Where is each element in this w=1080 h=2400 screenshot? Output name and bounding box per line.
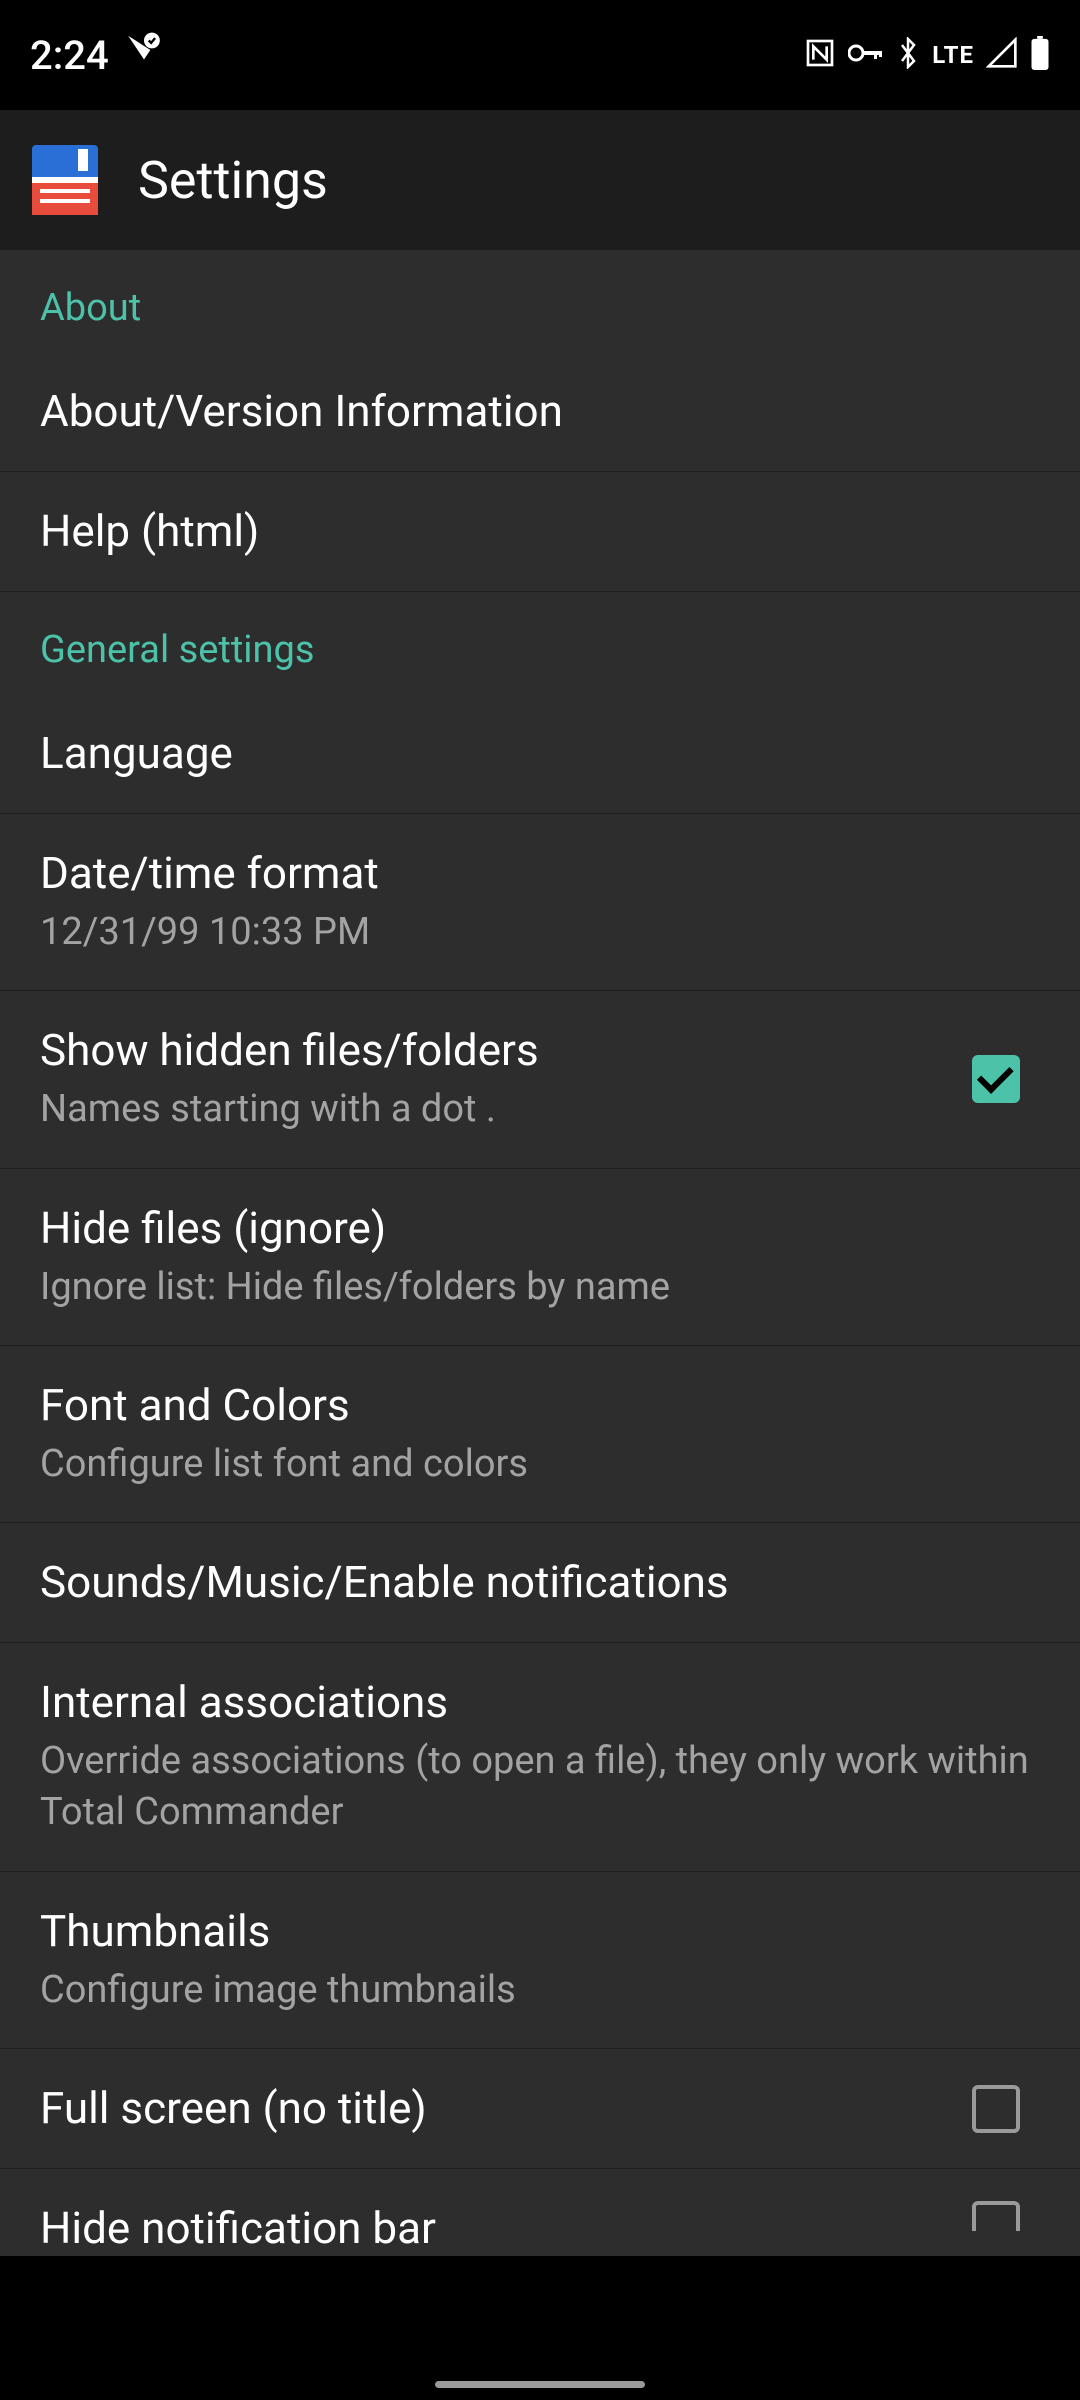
- item-title: Font and Colors: [40, 1378, 1040, 1433]
- item-subtitle: Ignore list: Hide files/folders by name: [40, 1262, 1040, 1313]
- item-title: Thumbnails: [40, 1904, 1040, 1959]
- item-date-time-format[interactable]: Date/time format 12/31/99 10:33 PM: [0, 814, 1080, 991]
- item-title: Help (html): [40, 504, 1040, 559]
- status-bar: 2:24 LTE: [0, 0, 1080, 110]
- item-title: Hide notification bar: [40, 2201, 942, 2256]
- bluetooth-icon: [896, 37, 920, 73]
- network-type: LTE: [932, 41, 974, 69]
- item-thumbnails[interactable]: Thumbnails Configure image thumbnails: [0, 1872, 1080, 2049]
- status-right: LTE: [804, 36, 1050, 74]
- item-about-version[interactable]: About/Version Information: [0, 352, 1080, 472]
- section-header-general: General settings: [0, 592, 1080, 694]
- item-title: Date/time format: [40, 846, 1040, 901]
- key-icon: [848, 41, 884, 69]
- item-subtitle: Names starting with a dot .: [40, 1084, 942, 1135]
- item-subtitle: Configure list font and colors: [40, 1439, 1040, 1490]
- page-title: Settings: [138, 150, 328, 211]
- checkbox-hide-notification-bar[interactable]: [972, 2201, 1020, 2231]
- item-title: Language: [40, 726, 1040, 781]
- item-title: About/Version Information: [40, 384, 1040, 439]
- item-show-hidden[interactable]: Show hidden files/folders Names starting…: [0, 991, 1080, 1168]
- item-font-colors[interactable]: Font and Colors Configure list font and …: [0, 1346, 1080, 1523]
- checkmark-icon: [977, 1058, 1014, 1095]
- item-internal-associations[interactable]: Internal associations Override associati…: [0, 1643, 1080, 1872]
- status-time: 2:24: [30, 32, 109, 79]
- nav-handle[interactable]: [435, 2381, 645, 2388]
- item-title: Hide files (ignore): [40, 1201, 1040, 1256]
- status-left: 2:24: [30, 31, 163, 79]
- item-full-screen[interactable]: Full screen (no title): [0, 2049, 1080, 2169]
- item-subtitle: Override associations (to open a file), …: [40, 1736, 1040, 1839]
- nfc-icon: [804, 37, 836, 73]
- item-title: Show hidden files/folders: [40, 1023, 942, 1078]
- item-language[interactable]: Language: [0, 694, 1080, 814]
- battery-icon: [1030, 36, 1050, 74]
- item-hide-notification-bar[interactable]: Hide notification bar: [0, 2169, 1080, 2256]
- checkbox-show-hidden[interactable]: [972, 1055, 1020, 1103]
- settings-list: About About/Version Information Help (ht…: [0, 250, 1080, 2256]
- checkbox-full-screen[interactable]: [972, 2085, 1020, 2133]
- item-subtitle: 12/31/99 10:33 PM: [40, 907, 1040, 958]
- item-title: Full screen (no title): [40, 2081, 942, 2136]
- item-help[interactable]: Help (html): [0, 472, 1080, 592]
- item-hide-files[interactable]: Hide files (ignore) Ignore list: Hide fi…: [0, 1169, 1080, 1346]
- wifi-calling-icon: [125, 31, 163, 79]
- item-title: Sounds/Music/Enable notifications: [40, 1555, 1040, 1610]
- item-title: Internal associations: [40, 1675, 1040, 1730]
- app-bar: Settings: [0, 110, 1080, 250]
- section-header-about: About: [0, 250, 1080, 352]
- signal-icon: [986, 37, 1018, 73]
- app-floppy-icon: [32, 145, 98, 215]
- item-subtitle: Configure image thumbnails: [40, 1965, 1040, 2016]
- item-sounds[interactable]: Sounds/Music/Enable notifications: [0, 1523, 1080, 1643]
